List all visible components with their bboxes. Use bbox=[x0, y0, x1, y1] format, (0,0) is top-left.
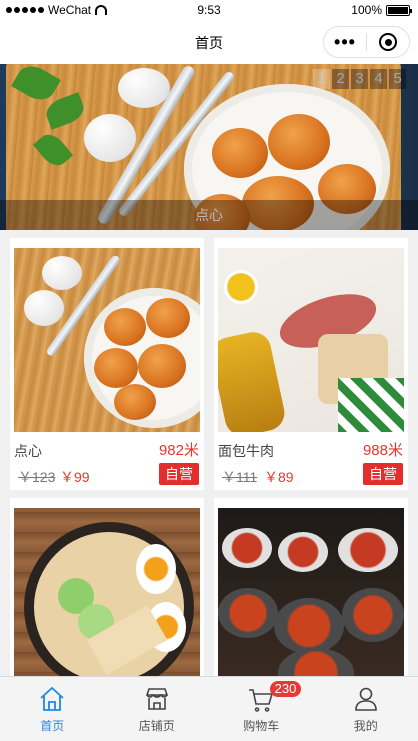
product-image bbox=[14, 508, 200, 692]
tab-label: 我的 bbox=[353, 719, 378, 733]
banner-caption: 点心 bbox=[0, 200, 418, 230]
user-icon bbox=[354, 687, 377, 711]
banner-pager: 1 2 3 4 5 bbox=[313, 69, 406, 89]
pager-item[interactable]: 4 bbox=[370, 69, 387, 89]
tab-mine[interactable]: 我的 bbox=[314, 677, 418, 741]
product-distance: 988米 bbox=[362, 442, 403, 459]
self-operated-badge: 自营 bbox=[159, 463, 199, 485]
tab-label: 店铺页 bbox=[138, 719, 175, 733]
status-right: 100% bbox=[351, 3, 412, 17]
product-image bbox=[218, 248, 404, 432]
product-price: ￥89 bbox=[264, 469, 294, 485]
status-bar: WeChat 9:53 100% bbox=[0, 0, 418, 20]
cart-count-badge: 230 bbox=[269, 681, 302, 697]
tab-store[interactable]: 店铺页 bbox=[105, 677, 210, 741]
home-icon bbox=[40, 686, 64, 711]
product-image bbox=[218, 508, 404, 692]
tab-label: 购物车 bbox=[243, 719, 280, 733]
pager-item[interactable]: 2 bbox=[332, 69, 349, 89]
tab-label: 首页 bbox=[40, 719, 65, 733]
nav-bar: 首页 ••• bbox=[0, 20, 418, 64]
battery-percent: 100% bbox=[351, 3, 382, 17]
banner-carousel[interactable]: 1 2 3 4 5 点心 bbox=[0, 64, 418, 230]
pager-item[interactable]: 1 bbox=[313, 69, 330, 89]
more-dots-icon[interactable]: ••• bbox=[324, 32, 366, 53]
self-operated-badge: 自营 bbox=[363, 463, 403, 485]
pager-item[interactable]: 3 bbox=[351, 69, 368, 89]
product-image bbox=[14, 248, 200, 432]
battery-icon bbox=[386, 4, 412, 16]
product-card[interactable]: 面包牛肉 988米 ￥111 ￥89 自营 bbox=[214, 238, 408, 490]
product-name: 点心 bbox=[14, 443, 42, 459]
product-price: ￥99 bbox=[60, 469, 90, 485]
store-icon bbox=[145, 688, 168, 710]
mini-program-capsule: ••• bbox=[323, 26, 410, 58]
product-name: 面包牛肉 bbox=[218, 443, 274, 459]
product-old-price: ￥111 bbox=[222, 469, 258, 485]
product-old-price: ￥123 bbox=[18, 469, 56, 485]
pager-item[interactable]: 5 bbox=[389, 69, 406, 89]
tab-cart[interactable]: 230 购物车 bbox=[209, 677, 314, 741]
product-distance: 982米 bbox=[158, 442, 199, 459]
target-icon[interactable] bbox=[367, 33, 409, 51]
tab-bar: 首页 店铺页 230 购物车 我的 bbox=[0, 676, 418, 741]
product-card[interactable]: 点心 982米 ￥123 ￥99 自营 bbox=[10, 238, 204, 490]
tab-home[interactable]: 首页 bbox=[0, 677, 105, 741]
